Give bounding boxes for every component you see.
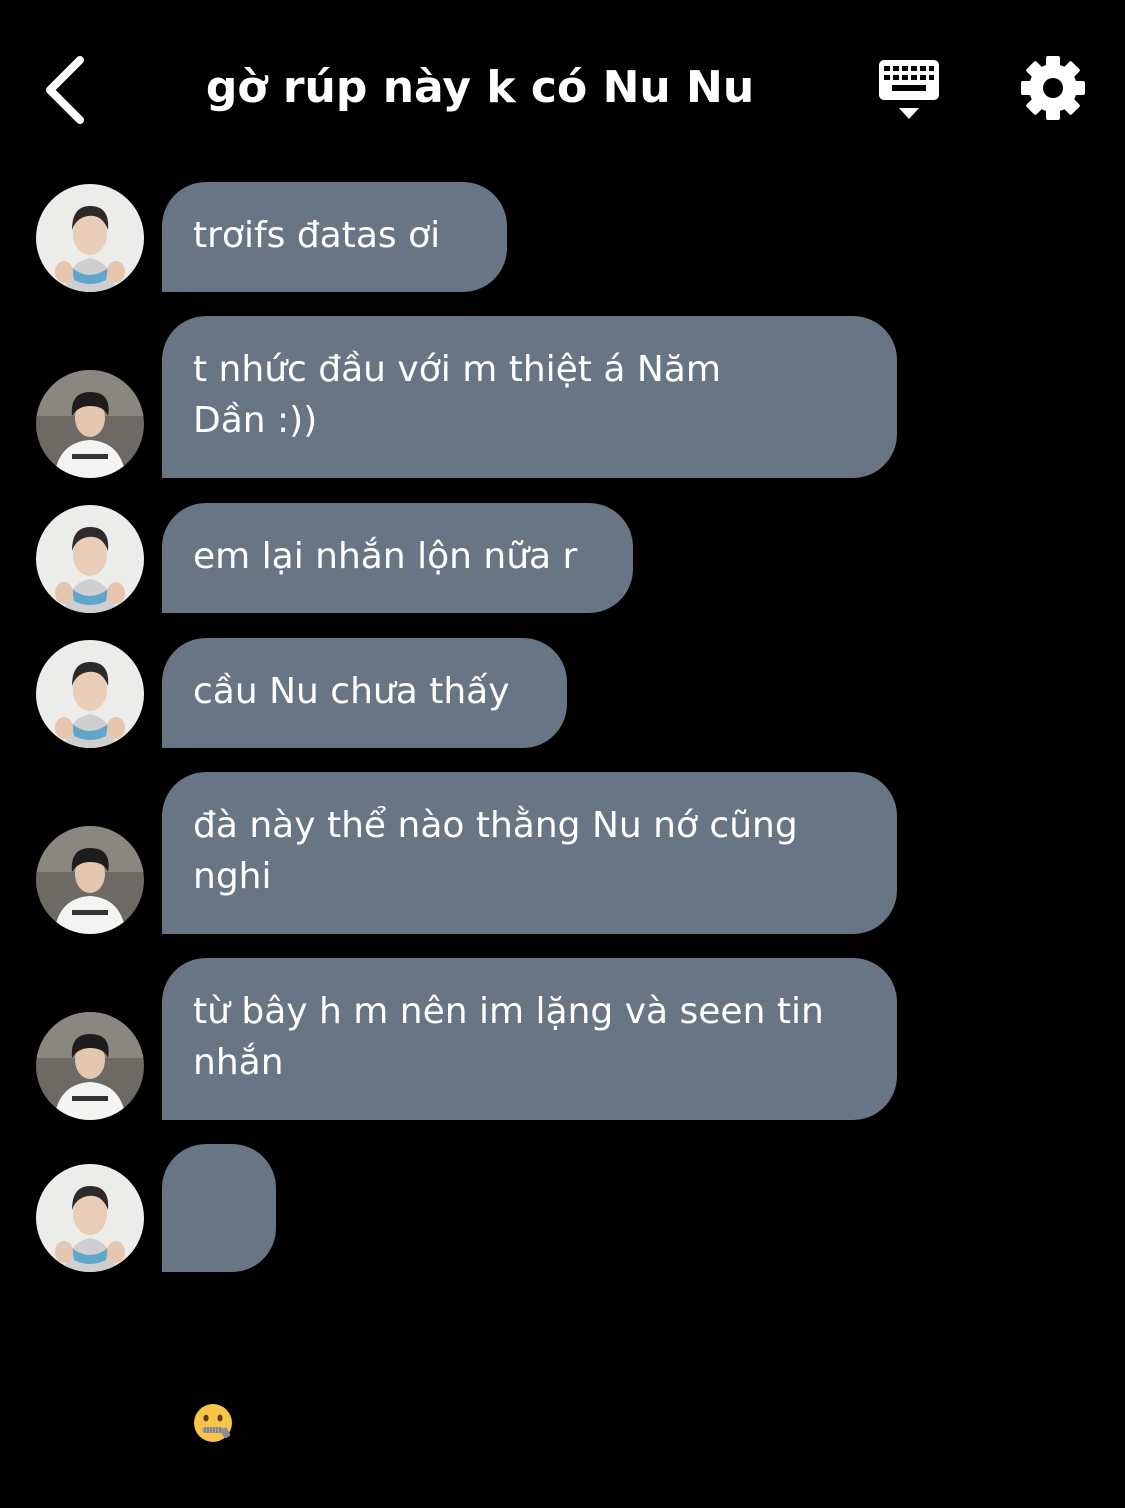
message-bubble[interactable]: trơifs đatas ơi: [162, 182, 507, 292]
chat-header: gờ rúp này k có Nu Nu: [0, 0, 1125, 175]
message-bubble[interactable]: từ bây h m nên im lặng và seen tin nhắn: [162, 958, 897, 1120]
message-bubble[interactable]: t nhức đầu với m thiệt á Năm Dần :)): [162, 316, 897, 478]
sender-avatar[interactable]: [36, 184, 144, 292]
avatar-a: [36, 640, 144, 748]
message-row: em lại nhắn lộn nữa r: [0, 503, 1125, 613]
keyboard-icon: [879, 60, 939, 119]
chat-title: gờ rúp này k có Nu Nu: [205, 62, 755, 113]
message-bubble-emoji[interactable]: [162, 1144, 276, 1442]
message-bubble[interactable]: em lại nhắn lộn nữa r: [162, 503, 633, 613]
avatar-a: [36, 184, 144, 292]
avatar-a: [36, 505, 144, 613]
sender-avatar[interactable]: [36, 1164, 144, 1272]
message-bubble[interactable]: đà này thể nào thằng Nu nớ cũng nghi: [162, 772, 897, 934]
sender-avatar[interactable]: [36, 505, 144, 613]
avatar-a: [36, 1164, 144, 1272]
message-row: đà này thể nào thằng Nu nớ cũng nghi: [0, 772, 1125, 934]
sender-avatar[interactable]: [36, 640, 144, 748]
back-button[interactable]: [30, 50, 110, 130]
chevron-left-icon: [46, 56, 84, 124]
gear-icon: [1021, 56, 1085, 120]
message-row: từ bây h m nên im lặng và seen tin nhắn: [0, 958, 1125, 1120]
message-row: [0, 1144, 1125, 1442]
message-bubble[interactable]: cầu Nu chưa thấy: [162, 638, 567, 748]
sender-avatar[interactable]: [36, 370, 144, 478]
sender-avatar[interactable]: [36, 1012, 144, 1120]
settings-button[interactable]: [1015, 50, 1091, 126]
avatar-b: [36, 370, 144, 478]
avatar-b: [36, 1012, 144, 1120]
zipper-mouth-face-emoji: [193, 1301, 233, 1442]
message-row: cầu Nu chưa thấy: [0, 638, 1125, 748]
avatar-b: [36, 826, 144, 934]
keyboard-button[interactable]: [872, 52, 946, 126]
message-row: trơifs đatas ơi: [0, 182, 1125, 292]
message-row: t nhức đầu với m thiệt á Năm Dần :)): [0, 316, 1125, 478]
sender-avatar[interactable]: [36, 826, 144, 934]
